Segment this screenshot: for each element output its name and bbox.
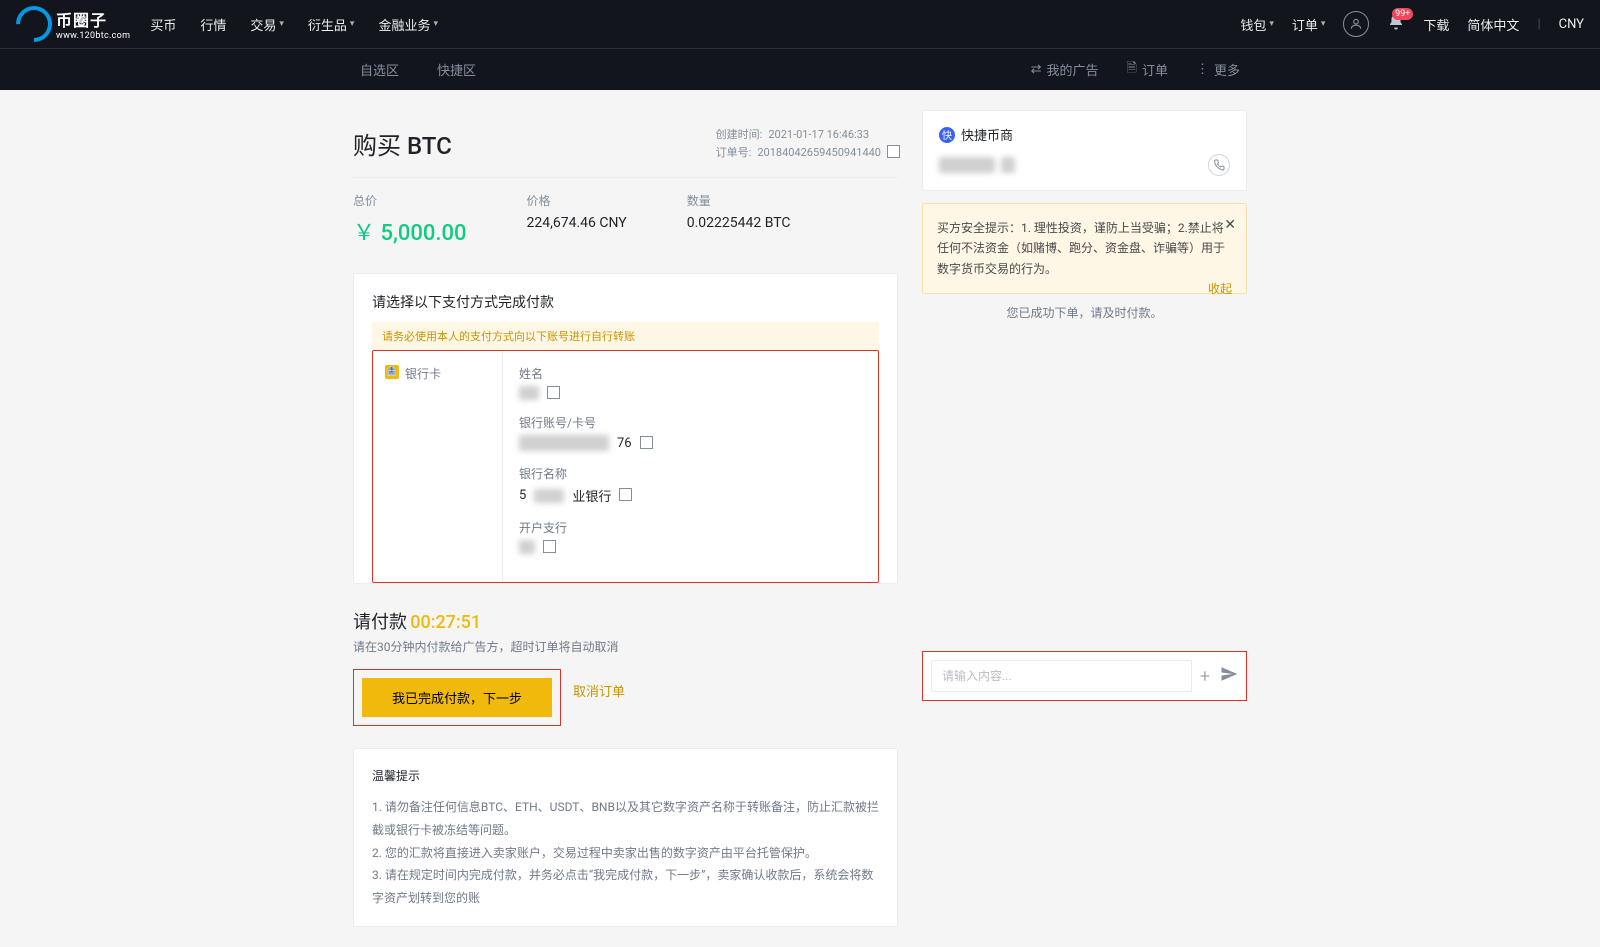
branch-label: 开户支行 <box>519 519 862 536</box>
security-notice: 买方安全提示：1. 理性投资，谨防上当受骗；2.禁止将任何不法资金（如赌博、跑分… <box>922 203 1247 294</box>
link-more[interactable]: ⋮更多 <box>1196 60 1240 79</box>
payment-section-title: 请选择以下支付方式完成付款 <box>372 292 879 312</box>
payment-warning: 请务必使用本人的支付方式向以下账号进行自行转账 <box>372 322 879 350</box>
sub-header: 自选区 快捷区 ⇄我的广告 🗎订单 ⋮更多 <box>0 48 1600 90</box>
nav-derivatives[interactable]: 衍生品▾ <box>308 15 355 34</box>
nav-lang[interactable]: 简体中文 <box>1467 15 1519 34</box>
copy-icon[interactable] <box>543 542 554 553</box>
chevron-down-icon: ▾ <box>350 19 355 29</box>
badge: 99+ <box>1392 8 1413 20</box>
payment-card: 请选择以下支付方式完成付款 请务必使用本人的支付方式向以下账号进行自行转账 🏦 … <box>353 273 898 584</box>
timer-label: 请付款 <box>353 612 407 633</box>
confirm-box: 我已完成付款，下一步 <box>353 669 561 726</box>
status-message: 您已成功下单，请及时付款。 <box>922 304 1247 321</box>
link-my-ads[interactable]: ⇄我的广告 <box>1031 60 1099 79</box>
copy-icon[interactable] <box>547 388 558 399</box>
stat-total-label: 总价 <box>353 192 467 209</box>
payee-name <box>519 386 539 400</box>
stat-qty-label: 数量 <box>687 192 791 209</box>
merchant-card: 快 快捷币商 <box>922 110 1247 191</box>
send-icon[interactable] <box>1220 665 1238 687</box>
order-meta: 创建时间:2021-01-17 16:46:33 订单号:20184042659… <box>716 126 898 161</box>
tab-quick[interactable]: 快捷区 <box>437 60 476 79</box>
page-title: 购买 BTC <box>353 126 452 161</box>
nav-orders[interactable]: 订单▾ <box>1292 15 1326 34</box>
bank-name <box>534 489 564 503</box>
user-icon[interactable] <box>1343 11 1369 37</box>
nav-wallet[interactable]: 钱包▾ <box>1240 15 1274 34</box>
payment-method[interactable]: 🏦 银行卡 <box>373 351 503 582</box>
phone-icon[interactable] <box>1208 154 1230 176</box>
link-orders[interactable]: 🗎订单 <box>1127 59 1168 81</box>
tip-3: 3. 请在规定时间内完成付款，并务必点击“我完成付款，下一步”，卖家确认收款后，… <box>372 864 879 910</box>
plus-icon[interactable]: + <box>1200 666 1210 687</box>
tab-ziXuan[interactable]: 自选区 <box>360 60 399 79</box>
bank-name-label: 银行名称 <box>519 465 862 482</box>
copy-icon[interactable] <box>887 147 898 158</box>
logo-url: www.120btc.com <box>56 31 130 41</box>
nav-download[interactable]: 下载 <box>1423 15 1449 34</box>
main: 购买 BTC 创建时间:2021-01-17 16:46:33 订单号:2018… <box>0 90 1600 947</box>
nav-quotes[interactable]: 行情 <box>200 15 226 34</box>
stats: 总价 ￥ 5,000.00 价格 224,674.46 CNY 数量 0.022… <box>353 192 898 265</box>
chat-input[interactable] <box>931 660 1192 692</box>
bank-icon: 🏦 <box>385 365 399 379</box>
logo-cn: 币圈子 <box>56 7 130 31</box>
payment-box: 🏦 银行卡 姓名 银行账号/卡号 76 银行名称 5业银行 <box>372 350 879 583</box>
copy-icon[interactable] <box>640 438 651 449</box>
more-icon: ⋮ <box>1196 62 1209 77</box>
timer-hint: 请在30分钟内付款给广告方，超时订单将自动取消 <box>353 638 898 655</box>
tip-2: 2. 您的汇款将直接进入卖家账户，交易过程中卖家出售的数字资产由平台托管保护。 <box>372 842 879 865</box>
logo-icon <box>9 0 60 49</box>
payee-name-label: 姓名 <box>519 365 862 382</box>
close-icon[interactable]: ✕ <box>1224 214 1236 238</box>
nav-buy[interactable]: 买币 <box>150 15 176 34</box>
top-header: 币圈子 www.120btc.com 买币 行情 交易▾ 衍生品▾ 金融业务▾ … <box>0 0 1600 48</box>
nav-right: 钱包▾ 订单▾ 99+ 下载 简体中文 | CNY <box>1240 11 1584 37</box>
branch-value <box>519 540 535 554</box>
merchant-badge <box>1001 157 1015 173</box>
account-value <box>519 435 609 451</box>
nav-trade[interactable]: 交易▾ <box>250 15 284 34</box>
copy-icon[interactable] <box>619 490 630 501</box>
merchant-name <box>939 157 995 173</box>
chevron-down-icon: ▾ <box>433 19 438 29</box>
nav-finance[interactable]: 金融业务▾ <box>378 15 438 34</box>
chat-box: + <box>922 651 1247 701</box>
merchant-icon: 快 <box>939 127 955 143</box>
stat-total-value: ￥ 5,000.00 <box>353 215 467 247</box>
tips-card: 温馨提示 1. 请勿备注任何信息BTC、ETH、USDT、BNB以及其它数字资产… <box>353 748 898 927</box>
nav-currency[interactable]: CNY <box>1559 17 1584 32</box>
collapse-link[interactable]: 收起 <box>1208 279 1232 299</box>
timer-value: 00:27:51 <box>410 612 481 633</box>
stat-qty-value: 0.02225442 BTC <box>687 215 791 231</box>
confirm-payment-button[interactable]: 我已完成付款，下一步 <box>362 678 552 717</box>
timer-row: 请付款 00:27:51 请在30分钟内付款给广告方，超时订单将自动取消 <box>353 608 898 655</box>
chevron-down-icon: ▾ <box>279 19 284 29</box>
stat-price-label: 价格 <box>527 192 627 209</box>
merchant-title: 快捷币商 <box>961 125 1013 144</box>
stat-price-value: 224,674.46 CNY <box>527 215 627 231</box>
logo[interactable]: 币圈子 www.120btc.com <box>16 6 130 42</box>
nav-left: 买币 行情 交易▾ 衍生品▾ 金融业务▾ <box>150 15 438 34</box>
bell-icon[interactable]: 99+ <box>1387 13 1405 35</box>
sliders-icon: ⇄ <box>1031 62 1042 77</box>
tips-title: 温馨提示 <box>372 765 879 788</box>
account-label: 银行账号/卡号 <box>519 414 862 431</box>
cancel-order-button[interactable]: 取消订单 <box>573 681 625 700</box>
document-icon: 🗎 <box>1127 59 1137 81</box>
